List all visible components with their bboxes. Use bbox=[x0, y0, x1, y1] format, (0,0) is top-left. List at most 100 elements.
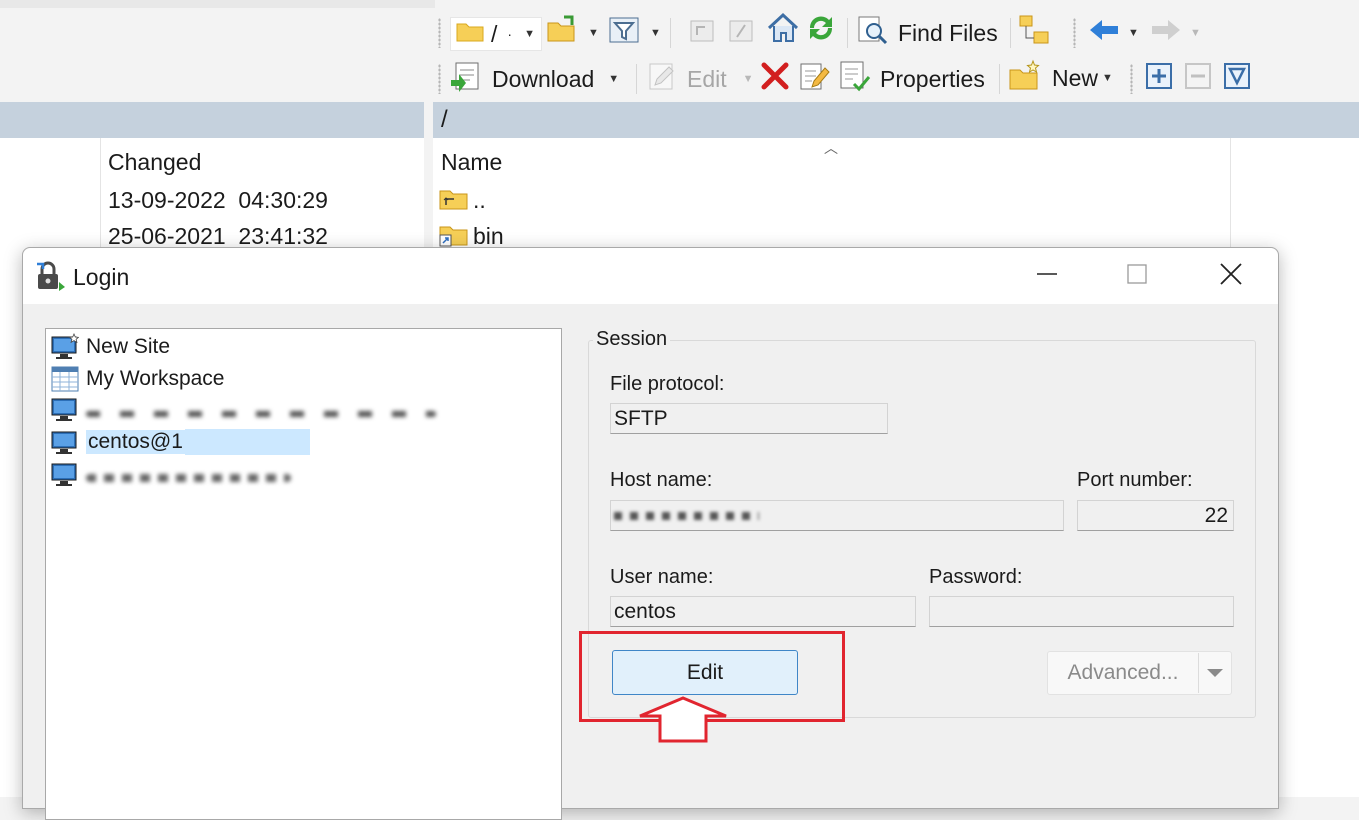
name-column-header[interactable]: Name bbox=[441, 149, 502, 176]
current-path: / bbox=[441, 106, 448, 133]
dialog-title: Login bbox=[73, 264, 130, 290]
up-arrow-annotation-icon bbox=[639, 696, 727, 743]
site-label: centos@1 bbox=[86, 430, 185, 454]
redacted-text bbox=[86, 411, 436, 417]
find-files-button[interactable]: Find Files bbox=[856, 15, 998, 51]
forward-arrow-icon bbox=[1150, 18, 1182, 48]
file-row[interactable]: .. bbox=[439, 185, 486, 216]
download-button[interactable]: Download ▼ bbox=[450, 62, 619, 95]
top-strip bbox=[0, 0, 435, 8]
user-name-label: User name: bbox=[610, 566, 714, 588]
new-site-icon bbox=[51, 332, 80, 361]
host-name-label: Host name: bbox=[610, 469, 713, 491]
folder-icon bbox=[455, 19, 485, 49]
user-name-input[interactable]: centos bbox=[610, 596, 916, 627]
chevron-down-icon: ▼ bbox=[1128, 27, 1139, 39]
toolbar-grip[interactable] bbox=[1130, 64, 1133, 94]
new-button[interactable]: New ▼ bbox=[1008, 59, 1113, 97]
host-name-input[interactable] bbox=[610, 500, 1064, 531]
changed-column-header[interactable]: Changed bbox=[108, 149, 201, 176]
refresh-icon bbox=[804, 12, 838, 50]
open-folder-icon bbox=[546, 15, 580, 51]
new-folder-icon bbox=[1008, 59, 1042, 97]
user-name-value: centos bbox=[614, 599, 676, 623]
login-lock-icon bbox=[35, 260, 67, 297]
redacted-text bbox=[184, 429, 310, 455]
properties-label: Properties bbox=[880, 65, 985, 92]
select-files-button[interactable] bbox=[1145, 63, 1173, 95]
left-path-bar bbox=[0, 102, 424, 138]
site-item-redacted[interactable] bbox=[51, 459, 291, 489]
delete-icon bbox=[760, 61, 790, 97]
site-label: New Site bbox=[86, 335, 171, 358]
filter-select-button[interactable] bbox=[1223, 63, 1251, 95]
separator bbox=[670, 18, 671, 48]
open-folder-button[interactable]: ▼ bbox=[546, 15, 599, 51]
column-divider[interactable] bbox=[100, 138, 101, 248]
redacted-text bbox=[614, 511, 759, 520]
tree-icon bbox=[1018, 14, 1052, 52]
site-item-my-workspace[interactable]: My Workspace bbox=[51, 364, 224, 394]
minimize-icon bbox=[1036, 263, 1058, 290]
separator bbox=[999, 64, 1000, 94]
back-button[interactable]: ▼ bbox=[1088, 17, 1139, 49]
toolbar-grip[interactable] bbox=[438, 64, 441, 94]
path-dropdown-label: / bbox=[491, 20, 498, 47]
chevron-down-icon[interactable] bbox=[1199, 667, 1231, 679]
properties-button[interactable]: Properties bbox=[838, 61, 985, 95]
delete-button[interactable] bbox=[760, 61, 790, 97]
site-tree[interactable]: New Site My Workspace centos@1 bbox=[45, 328, 562, 820]
edit-toolbar-button[interactable]: Edit ▼ bbox=[647, 63, 754, 95]
unselect-files-button[interactable] bbox=[1184, 63, 1212, 95]
computer-icon bbox=[51, 395, 79, 423]
maximize-icon bbox=[1126, 263, 1148, 290]
toolbar-grip[interactable] bbox=[438, 18, 441, 48]
site-item-new-site[interactable]: New Site bbox=[51, 332, 170, 362]
rename-button[interactable] bbox=[798, 63, 830, 95]
dialog-titlebar[interactable]: Login bbox=[23, 248, 1278, 304]
separator bbox=[847, 18, 848, 48]
tree-button[interactable] bbox=[1018, 14, 1052, 52]
forward-button[interactable]: ▼ bbox=[1150, 17, 1201, 49]
separator bbox=[1010, 18, 1011, 48]
file-protocol-select[interactable]: SFTP bbox=[610, 403, 888, 434]
root-dir-button[interactable] bbox=[726, 17, 756, 49]
changed-cell: 25-06-2021 23:41:32 bbox=[108, 223, 328, 249]
chevron-down-icon: ▼ bbox=[524, 28, 535, 40]
password-input[interactable] bbox=[929, 596, 1234, 627]
filter-button[interactable]: ▼ bbox=[608, 17, 661, 49]
home-button[interactable] bbox=[766, 12, 800, 47]
find-files-label: Find Files bbox=[898, 19, 998, 46]
file-name: .. bbox=[473, 187, 486, 213]
filter-icon bbox=[608, 15, 640, 51]
download-label: Download bbox=[492, 65, 595, 92]
port-number-input[interactable]: 22 bbox=[1077, 500, 1234, 531]
minus-icon bbox=[1184, 62, 1212, 96]
port-number-label: Port number: bbox=[1077, 469, 1193, 491]
site-item-redacted[interactable] bbox=[51, 394, 436, 424]
parent-dir-button[interactable] bbox=[687, 17, 717, 49]
changed-cell: 13-09-2022 04:30:29 bbox=[108, 187, 328, 213]
sort-ascending-icon: ︿ bbox=[824, 140, 838, 156]
find-files-icon bbox=[856, 15, 890, 51]
parent-dir-icon bbox=[687, 15, 717, 51]
close-icon bbox=[1219, 262, 1243, 291]
right-path-bar[interactable]: / bbox=[433, 102, 1359, 138]
port-number-value: 22 bbox=[1204, 503, 1228, 527]
close-button[interactable] bbox=[1200, 248, 1262, 304]
chevron-down-icon: ▼ bbox=[1190, 27, 1201, 39]
chevron-down-icon: ▼ bbox=[650, 27, 661, 39]
toolbar-grip[interactable] bbox=[1073, 18, 1076, 48]
minimize-button[interactable] bbox=[1016, 248, 1078, 304]
path-dropdown[interactable]: / · ▼ bbox=[450, 17, 542, 51]
chevron-down-icon: ▼ bbox=[1102, 72, 1113, 84]
column-divider[interactable] bbox=[1230, 138, 1231, 248]
refresh-button[interactable] bbox=[804, 15, 838, 47]
site-item-centos-1[interactable]: centos@1 bbox=[51, 427, 310, 457]
rename-icon bbox=[798, 61, 830, 97]
maximize-button[interactable] bbox=[1106, 248, 1168, 304]
computer-icon bbox=[51, 460, 79, 488]
computer-icon bbox=[51, 428, 79, 456]
toolbar-area: / · ▼ ▼ ▼ Find Files ▼ ▼ Download ▼ Edit… bbox=[0, 0, 1359, 102]
advanced-button[interactable]: Advanced... bbox=[1047, 651, 1232, 695]
